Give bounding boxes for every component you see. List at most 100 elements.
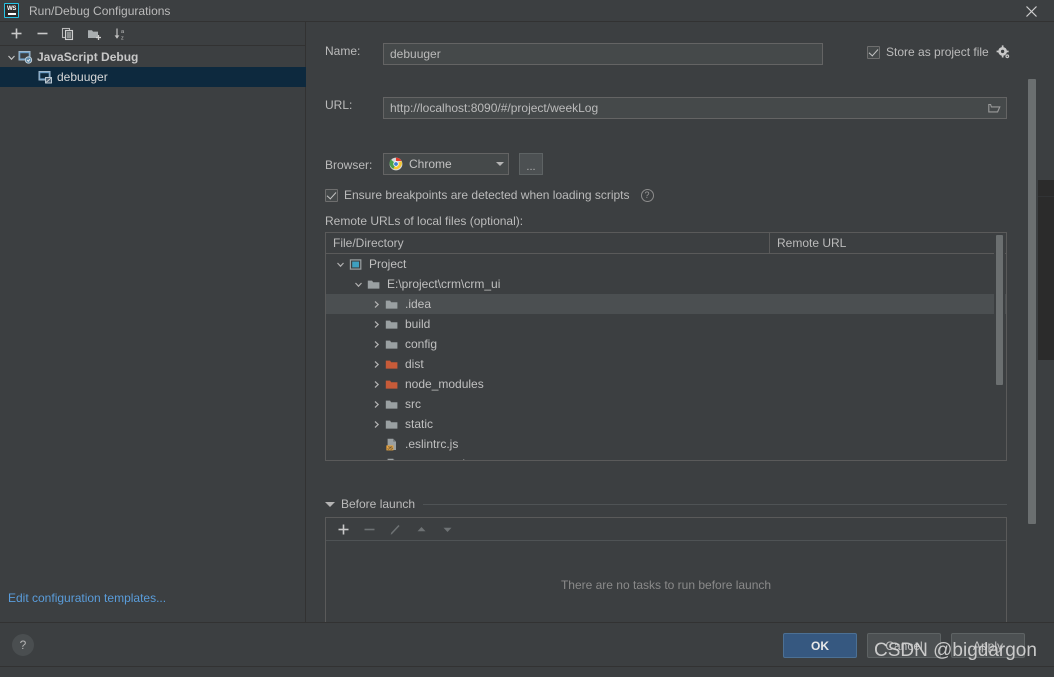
browser-label: Browser: [325, 158, 373, 172]
table-row-label: static [405, 417, 434, 431]
chevron-right-icon[interactable] [368, 360, 384, 369]
gear-icon[interactable] [996, 45, 1010, 59]
column-header-remote-url[interactable]: Remote URL [770, 233, 1006, 253]
chevron-right-icon[interactable] [368, 320, 384, 329]
copy-configuration-button[interactable] [55, 23, 81, 45]
table-row[interactable]: node_modules [326, 374, 1006, 394]
ok-button[interactable]: OK [783, 633, 857, 658]
add-task-button[interactable] [330, 519, 356, 540]
svg-text:a: a [121, 29, 125, 35]
before-launch-box: There are no tasks to run before launch [325, 517, 1007, 622]
url-input[interactable] [383, 97, 1007, 119]
table-row-label: .postcssrc.js [405, 457, 471, 460]
dialog-titlebar: WS Run/Debug Configurations [0, 0, 1054, 22]
panel-scrollbar[interactable] [1025, 22, 1038, 622]
help-icon[interactable]: ? [640, 188, 654, 202]
before-launch-toolbar [326, 518, 1006, 541]
table-row-label: .eslintrc.js [405, 437, 459, 451]
url-label: URL: [325, 98, 353, 112]
before-launch-empty-text: There are no tasks to run before launch [560, 577, 772, 592]
folder-icon [384, 338, 400, 351]
table-row[interactable]: JS .eslintrc.js [326, 434, 1006, 454]
chevron-down-icon[interactable] [4, 53, 18, 62]
folder-icon [366, 278, 382, 291]
webstorm-logo-text: WS [6, 6, 17, 13]
close-icon[interactable] [1008, 0, 1054, 22]
sidebar-toolbar: a z [0, 22, 306, 46]
column-header-file-directory[interactable]: File/Directory [326, 233, 770, 253]
folder-excluded-icon [384, 378, 400, 391]
chevron-down-icon[interactable] [332, 260, 348, 269]
move-up-button[interactable] [408, 519, 434, 540]
sidebar-item-debuuger[interactable]: debuuger [0, 67, 306, 87]
tree-scrollbar-thumb[interactable] [996, 235, 1003, 385]
project-icon [348, 258, 364, 271]
table-row[interactable]: dist [326, 354, 1006, 374]
tree-scrollbar[interactable] [994, 233, 1005, 439]
name-input[interactable] [383, 43, 823, 65]
remove-configuration-button[interactable] [29, 23, 55, 45]
name-field-row: Name: [325, 44, 360, 58]
browser-select[interactable]: Chrome [383, 153, 509, 175]
js-file-icon: JS [384, 438, 400, 451]
sort-configurations-button[interactable]: a z [107, 23, 133, 45]
sidebar-item-label: debuuger [57, 70, 108, 84]
chevron-right-icon[interactable] [368, 340, 384, 349]
store-as-project-file-checkbox[interactable] [867, 45, 880, 59]
add-configuration-button[interactable] [3, 23, 29, 45]
store-as-project-file-label: Store as project file [886, 45, 989, 59]
move-down-button[interactable] [434, 519, 460, 540]
browser-more-button[interactable]: ... [519, 153, 543, 175]
triangle-down-icon[interactable] [325, 501, 335, 507]
chevron-right-icon[interactable] [368, 300, 384, 309]
configurations-tree: JavaScript Debug debuuger [0, 47, 306, 622]
table-row[interactable]: static [326, 414, 1006, 434]
folder-open-icon[interactable] [988, 103, 1001, 114]
table-row-label: config [405, 337, 438, 351]
js-debug-config-icon [38, 70, 53, 84]
table-row-label: dist [405, 357, 424, 371]
name-label: Name: [325, 44, 361, 58]
sidebar-group-javascript-debug[interactable]: JavaScript Debug [0, 47, 306, 67]
store-as-project-file-row: Store as project file [867, 45, 1010, 59]
folder-icon [384, 298, 400, 311]
remote-urls-table: File/Directory Remote URL Project E:\proj… [325, 232, 1007, 461]
configurations-sidebar: a z JavaScript Debug debuuger Edit confi… [0, 22, 306, 622]
chevron-right-icon[interactable] [368, 420, 384, 429]
edit-task-button[interactable] [382, 519, 408, 540]
sidebar-group-label: JavaScript Debug [37, 50, 139, 64]
table-row[interactable]: E:\project\crm\crm_ui [326, 274, 1006, 294]
remove-task-button[interactable] [356, 519, 382, 540]
run-debug-configurations-dialog: WS Run/Debug Configurations a z JavaScri… [0, 0, 1054, 677]
dialog-bottom-edge [0, 666, 1054, 677]
table-row-label: E:\project\crm\crm_ui [387, 277, 501, 291]
url-field-row: URL: [325, 98, 352, 112]
webstorm-logo-icon: WS [4, 3, 19, 18]
ensure-breakpoints-checkbox[interactable] [325, 188, 338, 202]
svg-text:z: z [121, 35, 124, 41]
table-row[interactable]: .idea [326, 294, 1006, 314]
chevron-down-icon[interactable] [350, 280, 366, 289]
chevron-right-icon[interactable] [368, 380, 384, 389]
remote-urls-row: Remote URLs of local files (optional): [325, 214, 523, 228]
folder-excluded-icon [384, 358, 400, 371]
table-row[interactable]: config [326, 334, 1006, 354]
chevron-down-icon[interactable] [496, 162, 504, 166]
edit-configuration-templates-link[interactable]: Edit configuration templates... [8, 591, 166, 605]
table-row-label: build [405, 317, 431, 331]
js-file-icon: JS [384, 458, 400, 460]
new-folder-button[interactable] [81, 23, 107, 45]
table-row[interactable]: JS .postcssrc.js [326, 454, 1006, 460]
folder-icon [384, 418, 400, 431]
apply-button[interactable]: Apply [951, 633, 1025, 658]
table-row[interactable]: build [326, 314, 1006, 334]
table-row[interactable]: src [326, 394, 1006, 414]
dialog-title: Run/Debug Configurations [29, 3, 171, 18]
ensure-breakpoints-label: Ensure breakpoints are detected when loa… [344, 188, 630, 202]
panel-scrollbar-thumb[interactable] [1028, 79, 1036, 524]
help-button[interactable]: ? [12, 634, 34, 656]
cancel-button[interactable]: Cancel [867, 633, 941, 658]
table-row[interactable]: Project [326, 254, 1006, 274]
browser-select-value: Chrome [409, 157, 452, 171]
chevron-right-icon[interactable] [368, 400, 384, 409]
